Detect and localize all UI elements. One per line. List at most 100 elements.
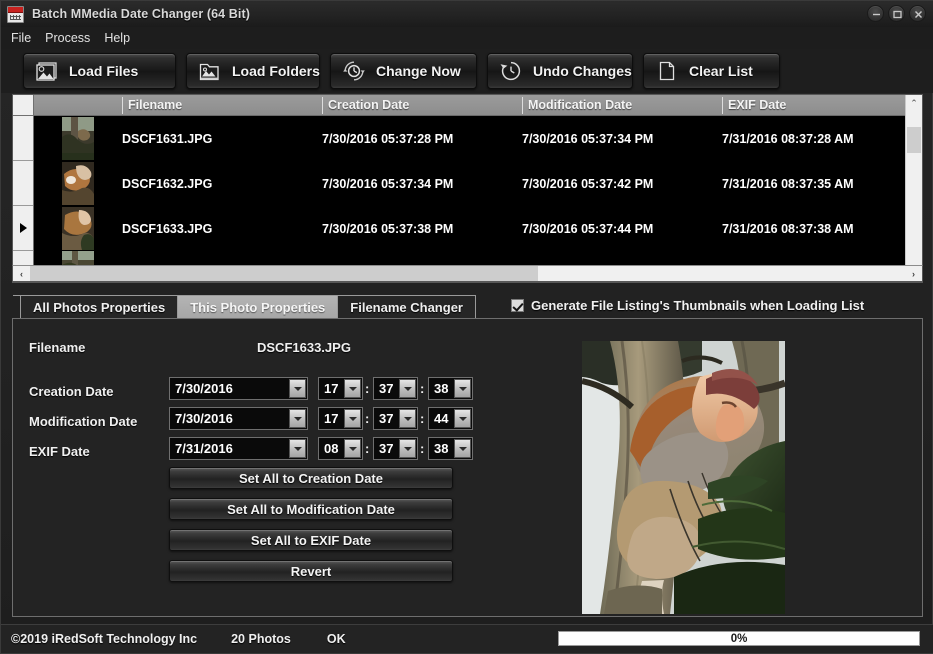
clear-list-button[interactable]: Clear List — [643, 53, 780, 89]
row-thumbnail — [34, 117, 122, 160]
table-row[interactable]: DSCF1632.JPG 7/30/2016 05:37:34 PM 7/30/… — [34, 161, 922, 206]
toolbar: Load Files Load Folders Change Now Undo … — [1, 49, 933, 93]
window-controls — [867, 5, 926, 22]
thumbnail-image — [62, 162, 94, 205]
modification-second-input[interactable]: 44 — [428, 407, 473, 430]
column-header-thumbnail[interactable] — [34, 97, 122, 114]
tab-bar: All Photos Properties This Photo Propert… — [20, 295, 476, 319]
scroll-left-icon[interactable]: ‹ — [13, 266, 30, 281]
chevron-down-icon[interactable] — [344, 379, 361, 398]
load-files-label: Load Files — [69, 63, 139, 79]
gutter-row[interactable] — [13, 116, 33, 161]
scroll-up-icon[interactable]: ⌃ — [906, 95, 922, 112]
column-header-filename[interactable]: Filename — [122, 96, 322, 114]
modification-hour-value: 17 — [324, 411, 339, 426]
creation-hour-input[interactable]: 17 — [318, 377, 363, 400]
revert-button[interactable]: Revert — [169, 560, 453, 582]
cell-creation-date: 7/30/2016 05:37:38 PM — [322, 221, 454, 236]
chevron-down-icon[interactable] — [399, 409, 416, 428]
chevron-down-icon[interactable] — [454, 439, 471, 458]
horizontal-scrollbar-track[interactable] — [30, 266, 905, 281]
column-header-creation-date[interactable]: Creation Date — [322, 96, 522, 114]
scroll-right-icon[interactable]: › — [905, 266, 922, 281]
chevron-down-icon[interactable] — [344, 409, 361, 428]
picture-gear-icon — [34, 59, 60, 83]
modification-date-label: Modification Date — [29, 414, 138, 429]
minimize-button[interactable] — [867, 5, 884, 22]
cell-modification-date: 7/30/2016 05:37:34 PM — [522, 131, 654, 146]
creation-second-input[interactable]: 38 — [428, 377, 473, 400]
chevron-down-icon[interactable] — [289, 409, 306, 428]
chevron-down-icon[interactable] — [454, 379, 471, 398]
vertical-scrollbar-thumb[interactable] — [907, 127, 921, 153]
chevron-down-icon[interactable] — [344, 439, 361, 458]
chevron-down-icon[interactable] — [399, 439, 416, 458]
exif-date-input[interactable]: 7/31/2016 — [169, 437, 308, 460]
undo-changes-button[interactable]: Undo Changes — [487, 53, 633, 89]
cell-filename: DSCF1633.JPG — [122, 221, 213, 236]
file-list-body: Filename Creation Date Modification Date… — [34, 95, 922, 282]
tab-this-photo-properties[interactable]: This Photo Properties — [177, 295, 338, 319]
load-files-button[interactable]: Load Files — [23, 53, 176, 89]
cell-creation-date: 7/30/2016 05:37:34 PM — [322, 176, 454, 191]
gutter-row[interactable] — [13, 161, 33, 206]
cell-filename: DSCF1631.JPG — [122, 131, 213, 146]
exif-second-value: 38 — [434, 441, 449, 456]
exif-hour-input[interactable]: 08 — [318, 437, 363, 460]
gutter-header — [13, 95, 33, 116]
photo-count-label: 20 Photos — [231, 632, 291, 646]
table-row[interactable]: DSCF1633.JPG 7/30/2016 05:37:38 PM 7/30/… — [34, 206, 922, 251]
chevron-down-icon[interactable] — [399, 379, 416, 398]
menu-process[interactable]: Process — [45, 29, 98, 47]
change-now-button[interactable]: Change Now — [330, 53, 477, 89]
undo-changes-label: Undo Changes — [533, 63, 632, 79]
proboscis-monkey-image — [582, 341, 785, 614]
horizontal-scrollbar-thumb[interactable] — [30, 266, 538, 281]
close-button[interactable] — [909, 5, 926, 22]
maximize-button[interactable] — [888, 5, 905, 22]
progress-bar: 0% — [558, 631, 920, 646]
set-all-to-modification-date-button[interactable]: Set All to Modification Date — [169, 498, 453, 520]
table-row[interactable]: DSCF1631.JPG 7/30/2016 05:37:28 PM 7/30/… — [34, 116, 922, 161]
creation-minute-input[interactable]: 37 — [373, 377, 418, 400]
chevron-down-icon[interactable] — [289, 379, 306, 398]
menu-file[interactable]: File — [11, 29, 39, 47]
load-folders-button[interactable]: Load Folders — [186, 53, 320, 89]
thumbnail-image — [62, 117, 94, 160]
creation-date-input[interactable]: 7/30/2016 — [169, 377, 308, 400]
tab-all-photos-properties[interactable]: All Photos Properties — [20, 295, 178, 319]
this-photo-properties-panel: Filename DSCF1633.JPG Creation Date 7/30… — [12, 318, 923, 617]
exif-minute-input[interactable]: 37 — [373, 437, 418, 460]
vertical-scrollbar[interactable]: ⌃ ⌄ — [905, 95, 922, 282]
file-list: Filename Creation Date Modification Date… — [12, 94, 923, 296]
gutter-row-selected[interactable] — [13, 206, 33, 251]
filename-value: DSCF1633.JPG — [257, 340, 351, 355]
column-header-exif-date[interactable]: EXIF Date — [722, 96, 922, 114]
chevron-down-icon[interactable] — [454, 409, 471, 428]
tab-filename-changer[interactable]: Filename Changer — [337, 295, 476, 319]
exif-second-input[interactable]: 38 — [428, 437, 473, 460]
creation-hour-value: 17 — [324, 381, 339, 396]
modification-minute-value: 37 — [379, 411, 394, 426]
generate-thumbnails-checkbox[interactable] — [511, 299, 524, 312]
chevron-down-icon[interactable] — [289, 439, 306, 458]
horizontal-scrollbar[interactable]: ‹ › — [12, 265, 923, 282]
revert-label: Revert — [290, 563, 332, 579]
modification-hour-input[interactable]: 17 — [318, 407, 363, 430]
creation-minute-value: 37 — [379, 381, 394, 396]
clock-undo-icon — [498, 59, 524, 83]
copyright-label: ©2019 iRedSoft Technology Inc — [11, 632, 198, 646]
menu-help[interactable]: Help — [104, 29, 138, 47]
folder-picture-icon — [197, 59, 223, 83]
time-separator: : — [365, 441, 370, 456]
time-separator: : — [420, 411, 425, 426]
set-all-to-creation-date-button[interactable]: Set All to Creation Date — [169, 467, 453, 489]
modification-minute-input[interactable]: 37 — [373, 407, 418, 430]
cell-modification-date: 7/30/2016 05:37:44 PM — [522, 221, 654, 236]
modification-date-input[interactable]: 7/30/2016 — [169, 407, 308, 430]
photo-preview — [582, 341, 785, 614]
title-bar: Batch MMedia Date Changer (64 Bit) — [1, 1, 933, 28]
column-header-modification-date[interactable]: Modification Date — [522, 96, 722, 114]
set-all-to-exif-date-button[interactable]: Set All to EXIF Date — [169, 529, 453, 551]
generate-thumbnails-option[interactable]: Generate File Listing's Thumbnails when … — [511, 298, 864, 313]
